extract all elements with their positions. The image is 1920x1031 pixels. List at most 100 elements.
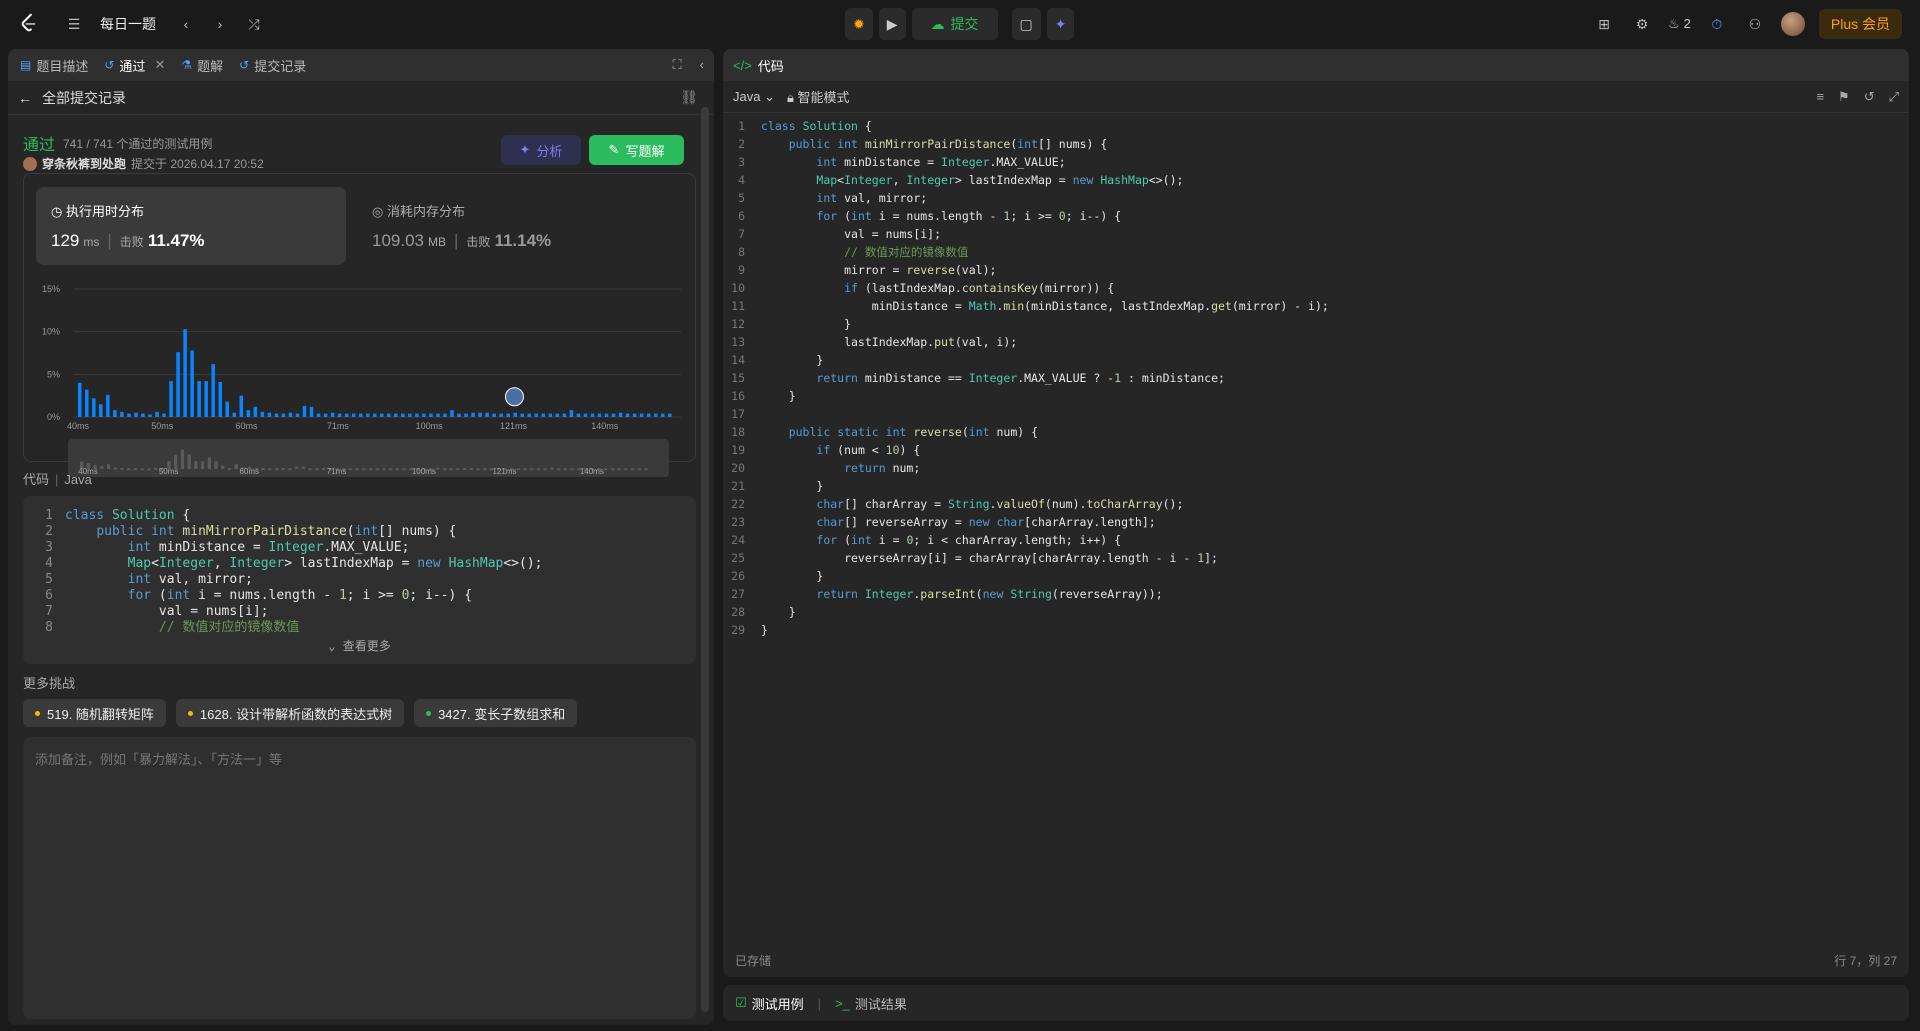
code-line[interactable]: 3 int minDistance = Integer.MAX_VALUE; (723, 153, 1909, 171)
code-line[interactable]: 28 } (723, 603, 1909, 621)
my-runtime-marker[interactable] (504, 387, 524, 407)
challenge-chip[interactable]: 3427. 变长子数组求和 (414, 699, 578, 727)
tab-accepted[interactable]: ↺ 通过 ✕ (104, 56, 165, 75)
code-line[interactable]: 16 } (723, 387, 1909, 405)
code-line[interactable]: 21 } (723, 477, 1909, 495)
maximize-icon[interactable]: ⛶ (673, 57, 682, 73)
runtime-bar[interactable] (295, 413, 300, 417)
code-line[interactable]: 8 // 数值对应的镜像数值 (723, 243, 1909, 261)
runtime-bar[interactable] (169, 381, 173, 417)
runtime-bar[interactable] (541, 413, 546, 417)
runtime-card[interactable]: ◷ 执行用时分布 129 ms | 击败 11.47% (36, 187, 346, 265)
code-line[interactable]: 24 for (int i = 0; i < charArray.length;… (723, 531, 1909, 549)
code-line[interactable]: 11 minDistance = Math.min(minDistance, l… (723, 297, 1909, 315)
runtime-bar[interactable] (632, 413, 637, 417)
runtime-bar[interactable] (372, 413, 377, 417)
code-line[interactable]: 18 public static int reverse(int num) { (723, 423, 1909, 441)
runtime-bar[interactable] (344, 413, 349, 417)
tab-test-result[interactable]: >_ 测试结果 (835, 994, 907, 1013)
runtime-bar[interactable] (211, 364, 215, 417)
runtime-bar[interactable] (148, 414, 152, 417)
runtime-bar[interactable] (337, 413, 342, 417)
bookmark-icon[interactable]: ⚑ (1838, 89, 1850, 105)
runtime-bar[interactable] (204, 381, 208, 417)
code-line[interactable]: 10 if (lastIndexMap.containsKey(mirror))… (723, 279, 1909, 297)
runtime-bar[interactable] (583, 413, 588, 417)
runtime-range-slider[interactable]: 40ms 50ms 60ms 71ms 100ms 121ms 140ms (68, 439, 669, 477)
runtime-bar[interactable] (646, 413, 651, 417)
runtime-distribution-chart[interactable]: 15% 10% 5% 0% 40ms 50ms 60ms 71ms 100ms 121ms 140m… (36, 279, 686, 429)
tab-code[interactable]: 代码 (758, 56, 784, 75)
code-line[interactable]: 4 Map<Integer, Integer> lastIndexMap = n… (723, 171, 1909, 189)
runtime-bar[interactable] (232, 412, 237, 417)
runtime-bar[interactable] (464, 413, 468, 417)
problem-list-title[interactable]: 每日一题 (100, 14, 156, 34)
collapse-icon[interactable]: ‹ (700, 57, 704, 73)
format-icon[interactable]: ≡ (1816, 89, 1824, 105)
runtime-bar[interactable] (422, 413, 426, 417)
code-line[interactable]: 14 } (723, 351, 1909, 369)
runtime-bar[interactable] (499, 413, 503, 417)
runtime-bar[interactable] (520, 413, 524, 417)
runtime-bar[interactable] (471, 412, 475, 417)
runtime-bar[interactable] (288, 412, 293, 417)
runtime-bar[interactable] (660, 413, 665, 417)
runtime-bar[interactable] (358, 413, 363, 417)
runtime-bar[interactable] (197, 381, 201, 417)
list-icon[interactable]: ☰ (62, 12, 86, 36)
code-line[interactable]: 12 } (723, 315, 1909, 333)
run-button[interactable]: ▶ (878, 8, 906, 40)
tab-description[interactable]: ▤ 题目描述 (20, 56, 88, 75)
runtime-bar[interactable] (267, 412, 272, 417)
code-line[interactable]: 7 val = nums[i]; (723, 225, 1909, 243)
runtime-bar[interactable] (590, 413, 595, 417)
runtime-bar[interactable] (415, 413, 419, 417)
runtime-bar[interactable] (246, 410, 251, 417)
runtime-bar[interactable] (113, 410, 117, 417)
runtime-bar[interactable] (162, 413, 166, 417)
runtime-bar[interactable] (534, 413, 539, 417)
runtime-bar[interactable] (625, 413, 630, 417)
challenge-chip[interactable]: 519. 随机翻转矩阵 (23, 699, 166, 727)
code-line[interactable]: 26 } (723, 567, 1909, 585)
code-line[interactable]: 6 for (int i = nums.length - 1; i >= 0; … (723, 207, 1909, 225)
code-line[interactable]: 9 mirror = reverse(val); (723, 261, 1909, 279)
runtime-bar[interactable] (667, 413, 672, 417)
write-solution-button[interactable]: ✎ 写题解 (589, 135, 684, 165)
next-icon[interactable]: › (208, 12, 232, 36)
username[interactable]: 穿条秋裤到处跑 (42, 155, 126, 172)
runtime-bar[interactable] (653, 413, 658, 417)
runtime-bar[interactable] (604, 413, 609, 417)
code-line[interactable]: 23 char[] reverseArray = new char[charAr… (723, 513, 1909, 531)
runtime-bar[interactable] (225, 401, 230, 417)
runtime-bar[interactable] (302, 405, 307, 417)
runtime-bar[interactable] (281, 413, 286, 417)
runtime-bar[interactable] (478, 412, 482, 417)
runtime-bar[interactable] (485, 412, 489, 417)
runtime-bar[interactable] (408, 413, 412, 417)
runtime-bar[interactable] (576, 413, 581, 417)
challenge-chip[interactable]: 1628. 设计带解析函数的表达式树 (175, 699, 405, 727)
link-icon[interactable]: ⛓ (680, 89, 698, 106)
avatar[interactable] (1780, 12, 1805, 36)
shuffle-icon[interactable]: ⤮ (242, 12, 266, 36)
tab-testcase[interactable]: ☑ 测试用例 (735, 994, 804, 1013)
runtime-bar[interactable] (99, 404, 103, 417)
runtime-bar[interactable] (429, 413, 433, 417)
runtime-bar[interactable] (309, 406, 314, 417)
reset-icon[interactable]: ↺ (1864, 89, 1875, 105)
runtime-bar[interactable] (190, 350, 194, 417)
runtime-bar[interactable] (401, 413, 405, 417)
runtime-bar[interactable] (253, 406, 258, 417)
notes-input[interactable]: 添加备注，例如「暴力解法」、「方法一」等 (23, 737, 696, 1019)
runtime-bar[interactable] (443, 413, 447, 417)
back-arrow-icon[interactable]: ← (18, 90, 32, 106)
code-line[interactable]: 29} (723, 621, 1909, 639)
runtime-bar[interactable] (218, 382, 222, 417)
runtime-bar[interactable] (436, 413, 440, 417)
scrollbar[interactable] (701, 107, 709, 1012)
runtime-bar[interactable] (380, 413, 384, 417)
smart-mode-toggle[interactable]: 🔒︎ 智能模式 (787, 87, 850, 106)
runtime-bar[interactable] (492, 413, 496, 417)
ai-button[interactable]: ✦ (1046, 8, 1075, 40)
